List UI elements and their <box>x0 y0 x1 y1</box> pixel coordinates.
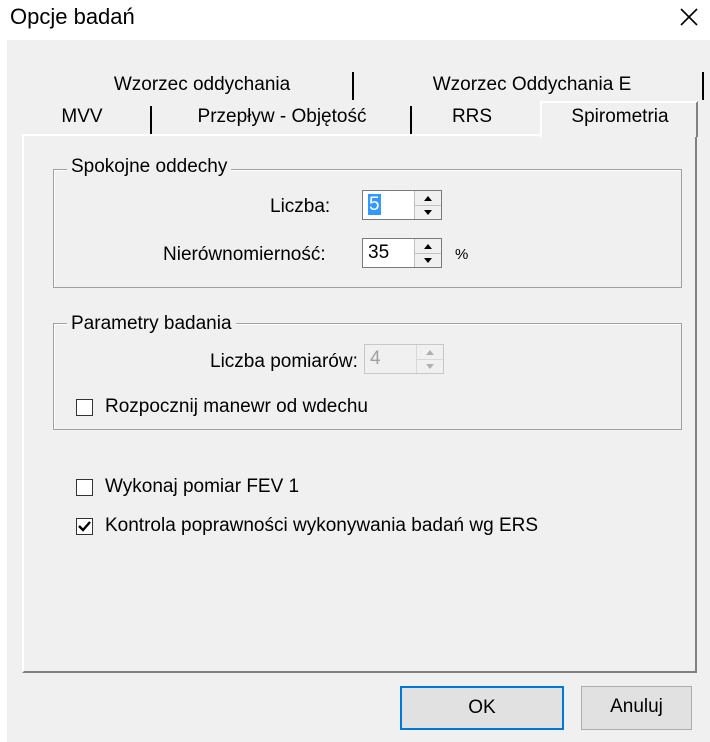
tab-przeplyw-objetosc[interactable]: Przepływ - Objętość <box>162 102 402 132</box>
fev1-label[interactable]: Wykonaj pomiar FEV 1 <box>105 475 299 499</box>
tab-wzorzec-oddychania[interactable]: Wzorzec oddychania <box>72 70 332 100</box>
ers-label[interactable]: Kontrola poprawności wykonywania badań w… <box>105 514 538 538</box>
close-icon[interactable] <box>676 4 702 30</box>
count-down-button[interactable] <box>415 205 441 220</box>
measurements-up-button <box>417 345 443 359</box>
measurements-spinner-buttons <box>416 345 443 373</box>
checkmark-icon <box>78 521 91 532</box>
count-value: 5 <box>368 194 381 215</box>
ers-checkbox[interactable] <box>76 518 93 535</box>
tab-spirometria[interactable]: Spirometria <box>540 101 698 137</box>
unevenness-unit: % <box>455 246 469 263</box>
group-quiet-breaths <box>53 169 682 288</box>
measurements-label: Liczba pomiarów: <box>210 351 358 372</box>
unevenness-down-button[interactable] <box>415 253 441 268</box>
measurements-down-button <box>417 359 443 374</box>
count-spinner-buttons <box>414 191 441 219</box>
start-inhale-checkbox[interactable] <box>76 399 93 416</box>
count-up-button[interactable] <box>415 191 441 205</box>
measurements-spinner: 4 <box>364 344 444 374</box>
unevenness-label: Nierównomierność: <box>163 244 326 265</box>
unevenness-up-button[interactable] <box>415 239 441 253</box>
tab-rrs[interactable]: RRS <box>422 102 522 132</box>
group-test-params-legend: Parametry badania <box>67 313 236 335</box>
group-quiet-breaths-legend: Spokojne oddechy <box>67 156 232 178</box>
tab-separator <box>352 72 354 100</box>
count-spinner[interactable]: 5 <box>362 190 442 220</box>
tab-separator <box>150 106 152 134</box>
tab-mvv[interactable]: MVV <box>32 102 132 132</box>
tab-separator <box>410 106 412 134</box>
start-inhale-label[interactable]: Rozpocznij manewr od wdechu <box>105 395 368 419</box>
count-label: Liczba: <box>270 196 331 217</box>
tab-row-back: Wzorzec oddychania Wzorzec Oddychania E <box>22 68 705 102</box>
tab-separator <box>702 72 704 100</box>
fev1-checkbox[interactable] <box>76 479 93 496</box>
ok-button[interactable]: OK <box>400 686 564 730</box>
cancel-button[interactable]: Anuluj <box>581 686 692 730</box>
unevenness-spinner[interactable]: 35 <box>362 238 442 268</box>
tab-spirometria-label: Spirometria <box>571 106 669 127</box>
unevenness-value: 35 <box>368 242 390 263</box>
window-title: Opcje badań <box>10 4 135 29</box>
unevenness-spinner-buttons <box>414 239 441 267</box>
tab-wzorzec-oddychania-e[interactable]: Wzorzec Oddychania E <box>402 70 662 100</box>
measurements-value: 4 <box>370 348 381 369</box>
